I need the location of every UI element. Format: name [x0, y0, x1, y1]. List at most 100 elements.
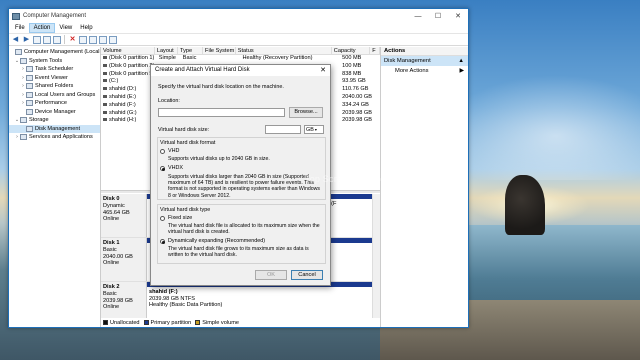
format-group-label: Virtual hard disk format [160, 140, 216, 146]
tools-icon [20, 57, 27, 64]
volume-name: shahid (H:) [101, 117, 157, 125]
volume-capacity: 2040.00 GB [342, 93, 372, 100]
export-icon[interactable] [79, 35, 87, 44]
column-header-capacity[interactable]: Capacity [332, 47, 371, 54]
minimize-button[interactable]: — [408, 13, 428, 20]
dialog-title-bar[interactable]: Create and Attach Virtual Hard Disk ✕ [151, 65, 330, 76]
collapse-icon[interactable]: ▲ [458, 56, 464, 66]
column-header-free[interactable]: F [370, 47, 380, 54]
dialog-title: Create and Attach Virtual Hard Disk [155, 67, 250, 73]
tree-label: Computer Management (Local [24, 49, 100, 55]
menu-view[interactable]: View [55, 24, 76, 32]
tree-label: Local Users and Groups [35, 91, 96, 98]
tree-item-disk-management[interactable]: Disk Management [9, 124, 100, 133]
show-hide-tree-icon[interactable] [43, 35, 51, 44]
more-actions-label: More Actions [395, 68, 429, 74]
dialog-close-button[interactable]: ✕ [316, 65, 330, 76]
actions-section-disk-management[interactable]: Disk Management ▲ [381, 56, 468, 66]
disk-type: Basic [103, 246, 117, 253]
more-actions-item[interactable]: More Actions ▶ [381, 66, 468, 76]
cancel-button[interactable]: Cancel [291, 270, 323, 280]
tree-item-shared-folders[interactable]: › Shared Folders [9, 82, 100, 91]
tree-label: Event Viewer [35, 74, 68, 81]
column-header-layout[interactable]: Layout [155, 47, 178, 54]
disk-partitions: shahid (F:) 2039.98 GB NTFS Healthy (Bas… [147, 282, 372, 318]
toolbar-separator [64, 35, 65, 44]
location-label: Location: [158, 98, 180, 104]
disk-2-row[interactable]: Disk 2 Basic 2039.98 GB Online shahid (F… [101, 282, 372, 318]
dialog-intro: Specify the virtual hard disk location o… [158, 84, 284, 90]
size-unit-value: GB [306, 127, 314, 133]
menu-file[interactable]: File [11, 24, 29, 32]
ok-button[interactable]: OK [255, 270, 287, 280]
tree-label: System Tools [29, 57, 63, 64]
tree-item-local-users-groups[interactable]: › Local Users and Groups [9, 91, 100, 100]
tree-item-event-viewer[interactable]: › Event Viewer [9, 74, 100, 83]
actions-header: Actions [381, 47, 468, 56]
app-icon [12, 12, 20, 20]
navigation-tree: Computer Management (Local ⌄ System Tool… [9, 47, 101, 327]
partition-block[interactable]: y (F [324, 194, 372, 237]
table-row[interactable]: (Disk 0 partition 1) Simple Basic Health… [101, 55, 380, 63]
column-header-type[interactable]: Type [178, 47, 204, 54]
settings-icon[interactable] [109, 35, 117, 44]
column-header-volume[interactable]: Volume [101, 47, 155, 54]
browse-button[interactable]: Browse... [289, 107, 323, 118]
column-header-file-system[interactable]: File System [203, 47, 236, 54]
performance-icon [26, 100, 33, 107]
legend-item: Unallocated [103, 320, 140, 326]
menu-action[interactable]: Action [28, 23, 56, 33]
computer-icon [15, 49, 22, 56]
column-header-status[interactable]: Status [236, 47, 332, 54]
partition-block[interactable]: shahid (F:) 2039.98 GB NTFS Healthy (Bas… [147, 282, 372, 318]
forward-icon[interactable]: ▶ [22, 35, 31, 44]
dynamic-label: Dynamically expanding (Recommended) [168, 238, 266, 244]
tree-item-device-manager[interactable]: Device Manager [9, 108, 100, 117]
legend-swatch [143, 320, 149, 325]
maximize-button[interactable]: ☐ [428, 12, 448, 20]
tree-label: Performance [35, 100, 68, 106]
fixed-size-radio[interactable] [160, 216, 165, 221]
size-input[interactable] [265, 125, 301, 134]
legend-label: Unallocated [110, 319, 140, 326]
title-bar[interactable]: Computer Management — ☐ ✕ [9, 9, 468, 23]
disk-view-scrollbar[interactable] [372, 194, 380, 318]
tree-label: Services and Applications [29, 134, 93, 140]
tree-item-storage[interactable]: ⌄ Storage [9, 116, 100, 125]
chevron-down-icon: ▾ [313, 127, 317, 132]
legend-label: Simple volume [202, 319, 239, 326]
dynamic-radio[interactable] [160, 239, 165, 244]
volume-table-header: Volume Layout Type File System Status Ca… [101, 47, 380, 55]
tree-label: Task Scheduler [35, 66, 74, 72]
menu-help[interactable]: Help [76, 24, 96, 32]
properties-icon[interactable] [53, 35, 61, 44]
help-icon[interactable] [89, 35, 97, 44]
fixed-size-label: Fixed size [168, 215, 193, 221]
tree-item-task-scheduler[interactable]: › Task Scheduler [9, 65, 100, 74]
services-icon [20, 134, 27, 141]
vhd-radio[interactable] [160, 149, 165, 154]
dynamic-description: The virtual hard disk file grows to its … [168, 246, 309, 259]
volume-name: shahid (E:) [101, 94, 157, 102]
location-input[interactable] [158, 108, 285, 117]
up-level-icon[interactable] [33, 35, 41, 44]
disk-type: Basic [103, 290, 117, 297]
legend-swatch [195, 320, 201, 325]
tree-item-system-tools[interactable]: ⌄ System Tools [9, 57, 100, 66]
disk-name: Disk 0 [103, 196, 120, 202]
tree-item-performance[interactable]: › Performance [9, 99, 100, 108]
rescan-icon[interactable] [99, 35, 107, 44]
tree-label: Storage [29, 117, 49, 123]
vhdx-radio[interactable] [160, 166, 165, 171]
size-unit-select[interactable]: GB ▾ [304, 125, 324, 134]
tree-label: Disk Management [35, 125, 81, 132]
submenu-arrow-icon: ▶ [459, 68, 464, 74]
back-icon[interactable]: ◀ [11, 35, 20, 44]
delete-icon[interactable]: ✕ [68, 35, 77, 44]
tree-item-computer-management[interactable]: Computer Management (Local [9, 48, 100, 57]
partition-label: shahid (F:) [149, 289, 178, 295]
tree-item-services-applications[interactable]: › Services and Applications [9, 133, 100, 142]
volume-name: shahid (F:) [101, 102, 157, 110]
close-button[interactable]: ✕ [448, 12, 468, 20]
disk-type: Dynamic [103, 202, 125, 209]
